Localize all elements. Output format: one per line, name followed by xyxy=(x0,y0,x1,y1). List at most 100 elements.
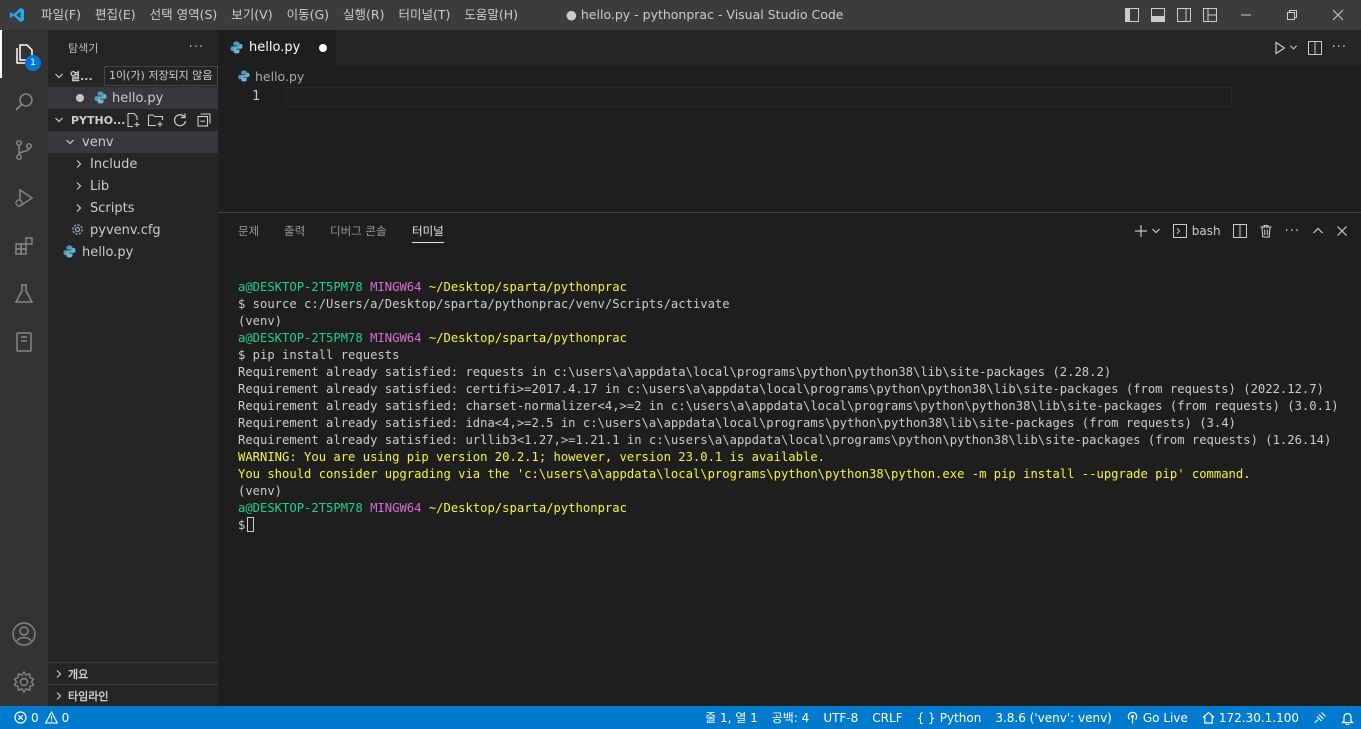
language-mode[interactable]: { } Python xyxy=(910,711,989,725)
tree-item-label: Lib xyxy=(90,178,110,194)
problems-status[interactable]: 0 0 xyxy=(0,711,69,725)
close-panel-icon[interactable] xyxy=(1333,220,1351,242)
line-number: 1 xyxy=(252,89,260,104)
editor-area: hello.py ··· hello.py 1 xyxy=(218,30,1361,212)
maximize-panel-icon[interactable] xyxy=(1309,220,1327,242)
title-bar: 파일(F) 편집(E) 선택 영역(S) 보기(V) 이동(G) 실행(R) 터… xyxy=(0,0,1361,30)
python-file-icon xyxy=(63,245,76,262)
terminal-output[interactable]: a@DESKTOP-2T5PM78 MINGW64 ~/Desktop/spar… xyxy=(238,279,1339,534)
open-editors-section[interactable]: 열... 1이(가) 저장되지 않음 xyxy=(48,65,218,87)
open-editor-item[interactable]: hello.py xyxy=(48,87,218,109)
remote-icon[interactable] xyxy=(0,318,48,366)
tree-item-include[interactable]: Include xyxy=(48,153,218,175)
new-folder-icon[interactable] xyxy=(147,112,165,131)
run-debug-icon[interactable] xyxy=(0,174,48,222)
shell-name: bash xyxy=(1191,224,1221,238)
outline-section[interactable]: 개요 xyxy=(48,662,218,684)
collapse-all-icon[interactable] xyxy=(196,112,212,131)
tree-item-venv[interactable]: venv xyxy=(48,131,218,153)
breadcrumb[interactable]: hello.py xyxy=(218,65,1361,87)
python-file-icon xyxy=(230,41,243,54)
menu-view[interactable]: 보기(V) xyxy=(224,0,279,30)
menu-help[interactable]: 도움말(H) xyxy=(457,0,525,30)
encoding[interactable]: UTF-8 xyxy=(816,711,865,725)
terminal-user-host: a@DESKTOP-2T5PM78 xyxy=(238,501,363,515)
split-editor-icon[interactable] xyxy=(1307,40,1322,55)
toggle-primary-sidebar-icon[interactable] xyxy=(1119,0,1145,30)
more-actions-icon[interactable]: ··· xyxy=(189,40,204,55)
menu-selection[interactable]: 선택 영역(S) xyxy=(143,0,225,30)
restore-icon[interactable] xyxy=(1269,0,1315,30)
current-line-highlight[interactable] xyxy=(286,87,1232,107)
more-actions-icon[interactable]: ··· xyxy=(1332,40,1347,55)
ip-address[interactable]: 172.30.1.100 xyxy=(1195,711,1306,725)
menu-go[interactable]: 이동(G) xyxy=(280,0,336,30)
code-editor[interactable]: 1 xyxy=(218,87,1361,107)
terminal-shell-selector[interactable]: bash xyxy=(1170,220,1224,242)
ip-label: 172.30.1.100 xyxy=(1218,710,1299,725)
more-actions-icon[interactable]: ··· xyxy=(1282,220,1303,242)
tree-item-label: Scripts xyxy=(90,200,135,216)
braces-icon: { } xyxy=(916,710,936,725)
menu-file[interactable]: 파일(F) xyxy=(34,0,88,30)
terminal-cursor xyxy=(247,517,255,532)
gear-icon[interactable] xyxy=(0,658,48,706)
tree-item-hello-py[interactable]: hello.py xyxy=(48,241,218,263)
go-live-button[interactable]: Go Live xyxy=(1119,711,1195,725)
menu-terminal[interactable]: 터미널(T) xyxy=(392,0,458,30)
feedback-icon[interactable] xyxy=(1306,711,1334,724)
unsaved-dot-icon[interactable] xyxy=(319,44,327,52)
toggle-panel-icon[interactable] xyxy=(1145,0,1171,30)
cursor-position[interactable]: 줄 1, 열 1 xyxy=(698,709,765,726)
sidebar-title: 탐색기 xyxy=(68,41,99,55)
toggle-secondary-sidebar-icon[interactable] xyxy=(1171,0,1197,30)
open-editors-label: 열... xyxy=(70,70,93,83)
tree-item-scripts[interactable]: Scripts xyxy=(48,197,218,219)
notifications-icon[interactable] xyxy=(1334,711,1361,725)
workspace-section[interactable]: PYTHO... xyxy=(48,109,218,131)
menu-edit[interactable]: 편집(E) xyxy=(88,0,143,30)
tree-item-label: venv xyxy=(82,134,114,150)
chevron-down-icon xyxy=(52,109,66,131)
run-file-icon[interactable] xyxy=(1274,40,1298,55)
editor-tabs: hello.py ··· xyxy=(218,30,1361,65)
chevron-right-icon xyxy=(72,153,86,175)
line-ending[interactable]: CRLF xyxy=(865,711,909,725)
unsaved-tooltip: 1이(가) 저장되지 않음 xyxy=(104,66,218,86)
bottom-panel: 문제 출력 디버그 콘솔 터미널 bash ··· a@DESKTOP-2T5P… xyxy=(218,212,1361,706)
terminal-line: (venv) xyxy=(238,484,283,498)
tree-item-lib[interactable]: Lib xyxy=(48,175,218,197)
search-icon[interactable] xyxy=(0,78,48,126)
extensions-icon[interactable] xyxy=(0,222,48,270)
customize-layout-icon[interactable] xyxy=(1197,0,1223,30)
vscode-logo-icon xyxy=(0,0,34,30)
timeline-label: 타임라인 xyxy=(68,689,109,703)
testing-icon[interactable] xyxy=(0,270,48,318)
tree-item-pyvenv-cfg[interactable]: pyvenv.cfg xyxy=(48,219,218,241)
minimize-icon[interactable] xyxy=(1223,0,1269,30)
breadcrumb-file[interactable]: hello.py xyxy=(255,69,304,84)
tab-terminal[interactable]: 터미널 xyxy=(412,213,444,249)
python-interpreter[interactable]: 3.8.6 ('venv': venv) xyxy=(988,711,1119,725)
source-control-icon[interactable] xyxy=(0,126,48,174)
trash-icon[interactable] xyxy=(1256,220,1276,242)
tab-debug-console[interactable]: 디버그 콘솔 xyxy=(330,213,387,249)
tab-hello-py[interactable]: hello.py xyxy=(218,30,336,65)
terminal-line: $ pip install requests xyxy=(238,348,400,362)
files-icon[interactable]: 1 xyxy=(0,30,48,78)
workspace-label: PYTHO... xyxy=(71,113,126,127)
account-icon[interactable] xyxy=(0,610,48,658)
tab-problems[interactable]: 문제 xyxy=(238,213,259,249)
menu-run[interactable]: 실행(R) xyxy=(336,0,391,30)
new-file-icon[interactable] xyxy=(125,112,141,131)
close-icon[interactable] xyxy=(1315,0,1361,30)
chevron-down-icon xyxy=(52,65,66,87)
terminal-warning: WARNING: You are using pip version 20.2.… xyxy=(238,450,825,464)
terminal-prompt-line[interactable]: $ xyxy=(238,517,1339,534)
tab-output[interactable]: 출력 xyxy=(284,213,305,249)
timeline-section[interactable]: 타임라인 xyxy=(48,684,218,706)
new-terminal-icon[interactable] xyxy=(1131,220,1164,242)
split-terminal-icon[interactable] xyxy=(1230,220,1250,242)
indentation[interactable]: 공백: 4 xyxy=(765,709,817,726)
refresh-icon[interactable] xyxy=(172,112,188,131)
